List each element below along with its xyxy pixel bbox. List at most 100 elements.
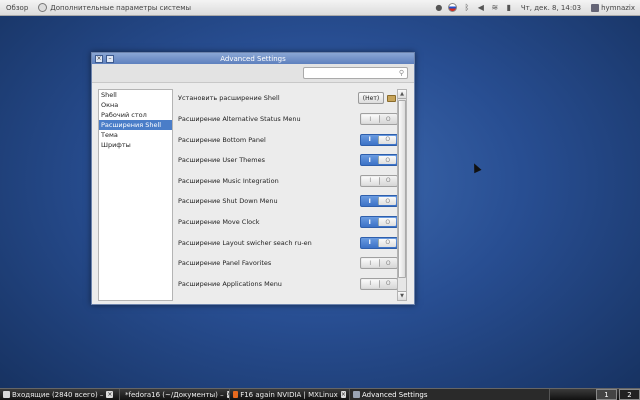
settings-content: Установить расширение Shell (Нет) Расшир… (178, 89, 398, 301)
toggle-off-glyph: O (378, 135, 396, 144)
accessibility-icon[interactable]: ● (432, 0, 446, 16)
workspace-switcher-button[interactable]: 1 (596, 389, 617, 400)
toggle-on-glyph: I (362, 279, 380, 288)
extension-file-button[interactable]: (Нет) (358, 92, 384, 104)
network-icon[interactable]: ≋ (488, 0, 502, 16)
keyboard-layout-flag-icon[interactable] (446, 0, 460, 16)
install-extension-chooser: (Нет) (358, 92, 398, 104)
taskbar-task[interactable]: *fedora16 (~/Документы) –× (120, 389, 230, 400)
extension-label: Расширение Applications Menu (178, 279, 282, 288)
extension-row: Расширение User Themes I O (178, 153, 398, 167)
extension-toggle[interactable]: IO (360, 154, 398, 167)
taskbar-task[interactable]: Входящие (2840 всего) – × (0, 389, 120, 400)
task-app-icon (353, 391, 360, 398)
search-box[interactable]: ⚲ (303, 67, 408, 79)
install-extension-row: Установить расширение Shell (Нет) (178, 91, 398, 105)
extension-label: Расширение Shut Down Menu (178, 197, 278, 206)
window-title: Advanced Settings (220, 54, 286, 63)
search-row: ⚲ (92, 64, 414, 83)
extension-label: Расширение Music Integration (178, 176, 279, 185)
toggle-on-glyph: I (362, 259, 380, 268)
toggle-on-glyph: I (362, 115, 380, 123)
minimize-window-icon[interactable]: – (106, 54, 114, 63)
toggle-off-glyph: O (378, 238, 396, 247)
extension-toggle[interactable]: IO (360, 257, 398, 270)
sidebar-item[interactable]: Шрифты (99, 140, 172, 150)
close-window-icon[interactable]: × (95, 54, 103, 63)
extension-toggle[interactable]: IO (360, 195, 398, 208)
sidebar-item[interactable]: Shell (99, 90, 172, 100)
toggle-off-glyph: O (378, 218, 396, 226)
toggle-on-glyph: I (368, 156, 371, 164)
extension-label: Расширение Layout swicher seach ru-en (178, 238, 312, 247)
extension-toggle[interactable]: IO (360, 216, 398, 228)
activities-button[interactable]: Обзор (0, 0, 33, 16)
extension-row: Расширение Shut Down Menu I O (178, 194, 398, 208)
volume-icon[interactable]: ◀ (474, 0, 488, 16)
sidebar-item[interactable]: Расширения Shell (99, 120, 172, 130)
taskbar-task[interactable]: Advanced Settings (350, 389, 550, 400)
extension-toggle[interactable]: IO (360, 174, 398, 187)
task-app-icon (3, 391, 10, 398)
task-label: *fedora16 (~/Документы) – (125, 390, 224, 399)
task-app-icon (233, 391, 239, 398)
sidebar-item[interactable]: Тема (99, 130, 172, 140)
bluetooth-icon[interactable]: ᛒ (460, 0, 474, 16)
toggle-on-glyph: I (368, 136, 371, 144)
sidebar-item[interactable]: Окна (99, 100, 172, 110)
extension-row: Расширение Applications Menu I O (178, 277, 398, 291)
taskbar-task[interactable]: F16 again NVIDIA | MXLinux × (230, 389, 350, 400)
battery-icon[interactable]: ▮ (502, 0, 516, 16)
window-titlebar[interactable]: × – Advanced Settings (92, 53, 414, 64)
sidebar-item[interactable]: Рабочий стол (99, 110, 172, 120)
scroll-thumb[interactable] (398, 100, 406, 278)
clock[interactable]: Чт, дек. 8, 14:03 (516, 0, 586, 16)
task-label: Входящие (2840 всего) – (12, 390, 104, 399)
top-panel: Обзор Дополнительные параметры системы ●… (0, 0, 640, 16)
extension-label: Расширение Move Clock (178, 218, 260, 226)
scroll-down-icon[interactable]: ▼ (398, 291, 406, 300)
toggle-off-glyph: O (385, 115, 391, 123)
extension-row: Расширение Move Clock I O (178, 215, 398, 229)
task-close-icon[interactable]: × (340, 391, 346, 398)
extension-label: Расширение Alternative Status Menu (178, 115, 301, 123)
extension-row: Расширение Alternative Status Menu I O (178, 112, 398, 126)
extension-row: Расширение Panel Favorites I O (178, 256, 398, 270)
settings-app-icon (38, 3, 48, 12)
user-avatar-icon (591, 3, 600, 12)
user-menu[interactable]: hymnazix (586, 0, 640, 16)
toggle-on-glyph: I (368, 197, 371, 205)
toggle-off-glyph: O (385, 177, 391, 185)
toggle-off-glyph: O (378, 156, 396, 165)
workspace-switcher-button[interactable]: 2 (619, 389, 640, 400)
app-menu-label: Дополнительные параметры системы (50, 3, 192, 12)
toggle-on-glyph: I (368, 239, 371, 247)
search-input[interactable] (307, 68, 399, 78)
scroll-up-icon[interactable]: ▲ (398, 90, 406, 99)
extension-toggle[interactable]: IO (360, 113, 398, 125)
task-close-icon[interactable]: × (106, 391, 114, 398)
user-name: hymnazix (601, 3, 635, 12)
toggle-off-glyph: O (385, 259, 391, 267)
category-sidebar: Shell Окна Рабочий стол Расширения Shell Тем… (98, 89, 173, 301)
advanced-settings-window: × – Advanced Settings ⚲ Shell Окна Рабочий… (91, 52, 415, 305)
extension-row: Расширение Layout swicher seach ru-en I O (178, 236, 398, 250)
extension-toggle[interactable]: IO (360, 236, 398, 249)
toggle-off-glyph: O (378, 197, 396, 206)
search-icon: ⚲ (398, 69, 404, 77)
toggle-on-glyph: I (362, 176, 380, 185)
toggle-on-glyph: I (368, 218, 371, 226)
install-extension-label: Установить расширение Shell (178, 94, 280, 102)
extension-row: Расширение Music Integration I O (178, 174, 398, 188)
toggle-off-glyph: O (385, 280, 391, 288)
task-label: F16 again NVIDIA | MXLinux (240, 390, 338, 399)
task-label: Advanced Settings (362, 390, 428, 399)
extension-label: Расширение User Themes (178, 156, 266, 165)
mouse-cursor-icon (470, 161, 482, 174)
extension-toggle[interactable]: IO (360, 277, 398, 290)
extension-toggle[interactable]: IO (360, 133, 398, 146)
extension-row: Расширение Bottom Panel I O (178, 133, 398, 147)
bottom-taskbar: Входящие (2840 всего) – × *fedora16 (~/Док… (0, 388, 640, 400)
vertical-scrollbar[interactable]: ▲ ▼ (397, 89, 407, 301)
app-menu[interactable]: Дополнительные параметры системы (33, 0, 196, 16)
